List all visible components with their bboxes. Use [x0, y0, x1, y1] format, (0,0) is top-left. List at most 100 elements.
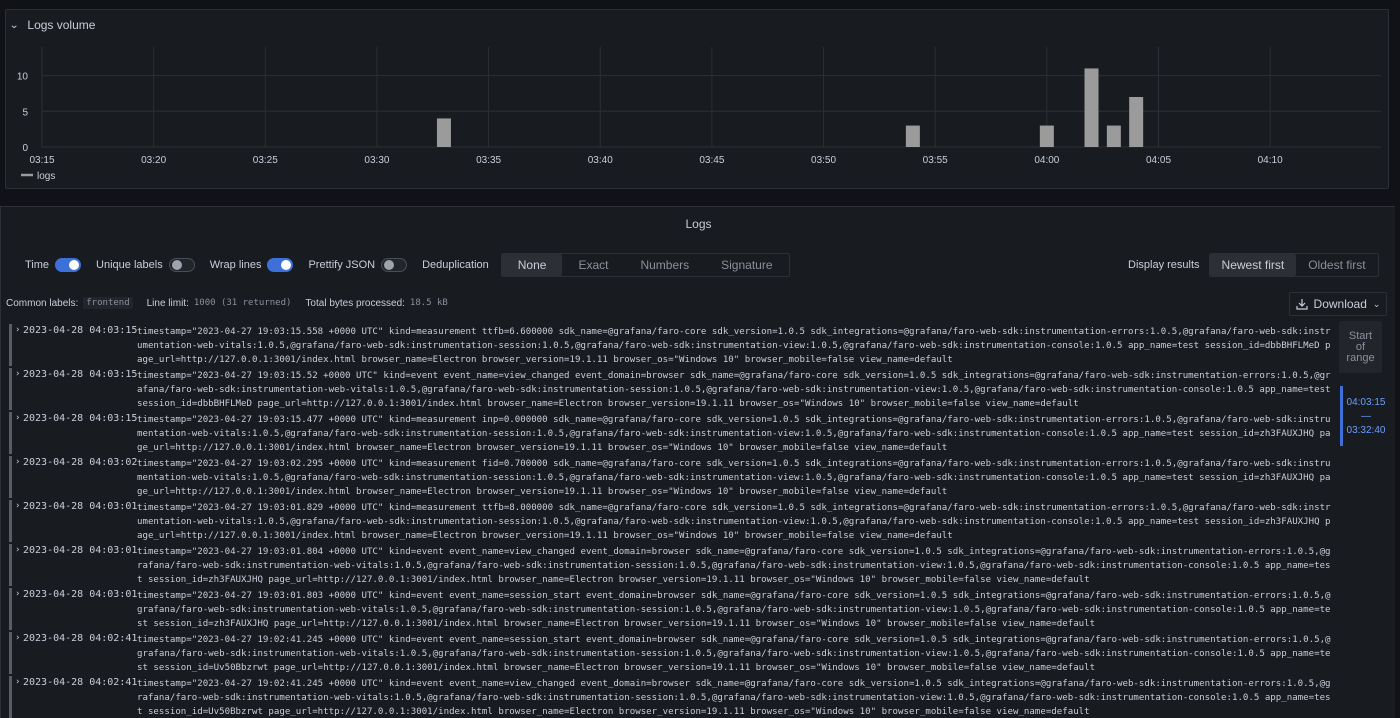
volume-bar [1129, 97, 1144, 147]
order-option-oldest[interactable]: Oldest first [1296, 254, 1377, 276]
x-tick-label: 03:30 [364, 155, 389, 166]
log-row[interactable]: › 2023-04-28 04:02:41 timestamp="2023-04-2… [9, 631, 1334, 675]
x-tick-label: 03:50 [811, 155, 836, 166]
time-toggle-label: Time [25, 259, 50, 271]
logs-meta: Common labels: frontend Line limit: 1000… [6, 297, 462, 309]
log-message: timestamp="2023-04-27 19:03:15.477 +0000… [137, 415, 1331, 453]
dedup-option-signature[interactable]: Signature [705, 254, 788, 276]
dedup-option-numbers[interactable]: Numbers [624, 254, 705, 276]
chevron-down-icon: ⌄ [1372, 298, 1381, 309]
log-row[interactable]: › 2023-04-28 04:03:01 timestamp="2023-04-2… [9, 499, 1334, 543]
logs-controls: Time Unique labels Wrap lines Prettify J… [25, 252, 790, 278]
chevron-right-icon[interactable]: › [15, 413, 20, 423]
volume-bar [1106, 125, 1121, 147]
x-tick-label: 03:20 [141, 155, 166, 166]
volume-bar [1039, 125, 1054, 147]
download-icon [1295, 299, 1308, 310]
log-rows: › 2023-04-28 04:03:15 timestamp="2023-04-2… [9, 323, 1334, 718]
x-tick-label: 03:15 [29, 155, 54, 166]
range-from: 04:03:15 [1346, 397, 1386, 408]
deduplication-control: Deduplication [422, 259, 495, 271]
volume-bar [1084, 68, 1099, 147]
y-tick-label: 0 [22, 143, 28, 154]
x-tick-label: 04:05 [1146, 155, 1171, 166]
log-timestamp: 2023-04-28 04:03:15 [23, 369, 138, 380]
log-message: timestamp="2023-04-27 19:03:01.804 +0000… [137, 547, 1331, 585]
log-timestamp: 2023-04-28 04:02:41 [23, 633, 138, 644]
chevron-right-icon[interactable]: › [15, 325, 20, 335]
chevron-right-icon[interactable]: › [15, 457, 20, 467]
chevron-right-icon[interactable]: › [15, 501, 20, 511]
start-of-range-word-3: range [1346, 351, 1375, 364]
dedup-option-exact[interactable]: Exact [562, 254, 624, 276]
range-marker [1340, 386, 1343, 446]
volume-bar [905, 125, 920, 147]
log-message: timestamp="2023-04-27 19:03:02.295 +0000… [137, 459, 1331, 497]
logs-volume-chart: 0 5 10 03:15 03:20 03:25 03:30 03:35 03:40 03:45 0… [17, 47, 1381, 182]
x-tick-label: 04:10 [1258, 155, 1283, 166]
log-message: timestamp="2023-04-27 19:03:15.558 +0000… [137, 327, 1331, 365]
log-row[interactable]: › 2023-04-28 04:03:02 timestamp="2023-04-2… [9, 455, 1334, 499]
chevron-right-icon[interactable]: › [15, 369, 20, 379]
volume-bar [436, 118, 451, 147]
range-to: 03:32:40 [1346, 425, 1386, 436]
range-segment[interactable]: 04:03:15 — 03:32:40 [1346, 396, 1386, 438]
display-results-control: Display results Newest first Oldest firs… [1128, 252, 1379, 278]
log-message: timestamp="2023-04-27 19:03:01.803 +0000… [137, 591, 1331, 629]
display-results-label: Display results [1128, 259, 1200, 271]
deduplication-selector: None Exact Numbers Signature [500, 253, 790, 277]
wrap-lines-toggle[interactable] [267, 258, 294, 272]
y-tick-label: 5 [22, 107, 28, 118]
bytes-processed-value: 18.5 kB [409, 298, 448, 308]
x-tick-label: 04:00 [1034, 155, 1059, 166]
order-option-newest[interactable]: Newest first [1209, 254, 1297, 276]
log-timestamp: 2023-04-28 04:03:02 [23, 457, 138, 468]
chevron-right-icon[interactable]: › [15, 633, 20, 643]
log-message: timestamp="2023-04-27 19:03:15.52 +0000 … [137, 371, 1331, 409]
chevron-right-icon[interactable]: › [15, 677, 20, 687]
x-tick-label: 03:45 [699, 155, 724, 166]
unique-labels-label: Unique labels [96, 259, 163, 271]
download-button[interactable]: Download ⌄ [1289, 292, 1387, 316]
time-toggle[interactable] [55, 258, 82, 272]
line-limit-label: Line limit: [146, 297, 189, 309]
range-separator: — [1361, 411, 1371, 422]
log-timestamp: 2023-04-28 04:02:41 [23, 677, 138, 688]
x-tick-label: 03:25 [253, 155, 278, 166]
x-tick-label: 03:40 [588, 155, 613, 166]
start-of-range-word-2: of [1355, 340, 1366, 353]
y-tick-label: 10 [17, 72, 29, 83]
x-tick-label: 03:35 [476, 155, 501, 166]
common-labels-label: Common labels: [6, 297, 79, 309]
log-timestamp: 2023-04-28 04:03:01 [23, 501, 138, 512]
time-toggle-control[interactable]: Time [25, 258, 82, 272]
dedup-option-none[interactable]: None [501, 254, 563, 276]
unique-labels-toggle[interactable] [168, 258, 195, 272]
prettify-json-toggle-control[interactable]: Prettify JSON [308, 258, 408, 272]
prettify-json-label: Prettify JSON [308, 259, 376, 271]
log-row[interactable]: › 2023-04-28 04:03:01 timestamp="2023-04-2… [9, 587, 1334, 631]
line-limit-value: 1000 (31 returned) [193, 298, 292, 308]
log-row[interactable]: › 2023-04-28 04:03:15 timestamp="2023-04-2… [9, 367, 1334, 411]
log-message: timestamp="2023-04-27 19:02:41.245 +0000… [137, 679, 1331, 717]
x-tick-label: 03:55 [923, 155, 948, 166]
common-labels-value: frontend [83, 297, 133, 309]
wrap-lines-toggle-control[interactable]: Wrap lines [210, 258, 294, 272]
logs-volume-panel: ⌄ Logs volume 0 5 10 03:15 03:20 03:25 03:30 03… [5, 9, 1389, 189]
prettify-json-toggle[interactable] [381, 258, 408, 272]
log-row[interactable]: › 2023-04-28 04:02:41 timestamp="2023-04-2… [9, 675, 1334, 718]
chevron-right-icon[interactable]: › [15, 589, 20, 599]
download-label: Download [1313, 297, 1367, 311]
log-row[interactable]: › 2023-04-28 04:03:01 timestamp="2023-04-2… [9, 543, 1334, 587]
log-row[interactable]: › 2023-04-28 04:03:15 timestamp="2023-04-2… [9, 323, 1334, 367]
log-row[interactable]: › 2023-04-28 04:03:15 timestamp="2023-04-2… [9, 411, 1334, 455]
log-timestamp: 2023-04-28 04:03:15 [23, 413, 138, 424]
log-timestamp: 2023-04-28 04:03:01 [23, 589, 138, 600]
order-selector: Newest first Oldest first [1208, 253, 1379, 277]
wrap-lines-label: Wrap lines [209, 259, 262, 271]
start-of-range-button[interactable]: Start of range [1339, 321, 1382, 373]
unique-labels-toggle-control[interactable]: Unique labels [96, 258, 195, 272]
bytes-processed-label: Total bytes processed: [305, 297, 405, 309]
log-message: timestamp="2023-04-27 19:03:01.829 +0000… [137, 503, 1331, 541]
chevron-right-icon[interactable]: › [15, 545, 20, 555]
